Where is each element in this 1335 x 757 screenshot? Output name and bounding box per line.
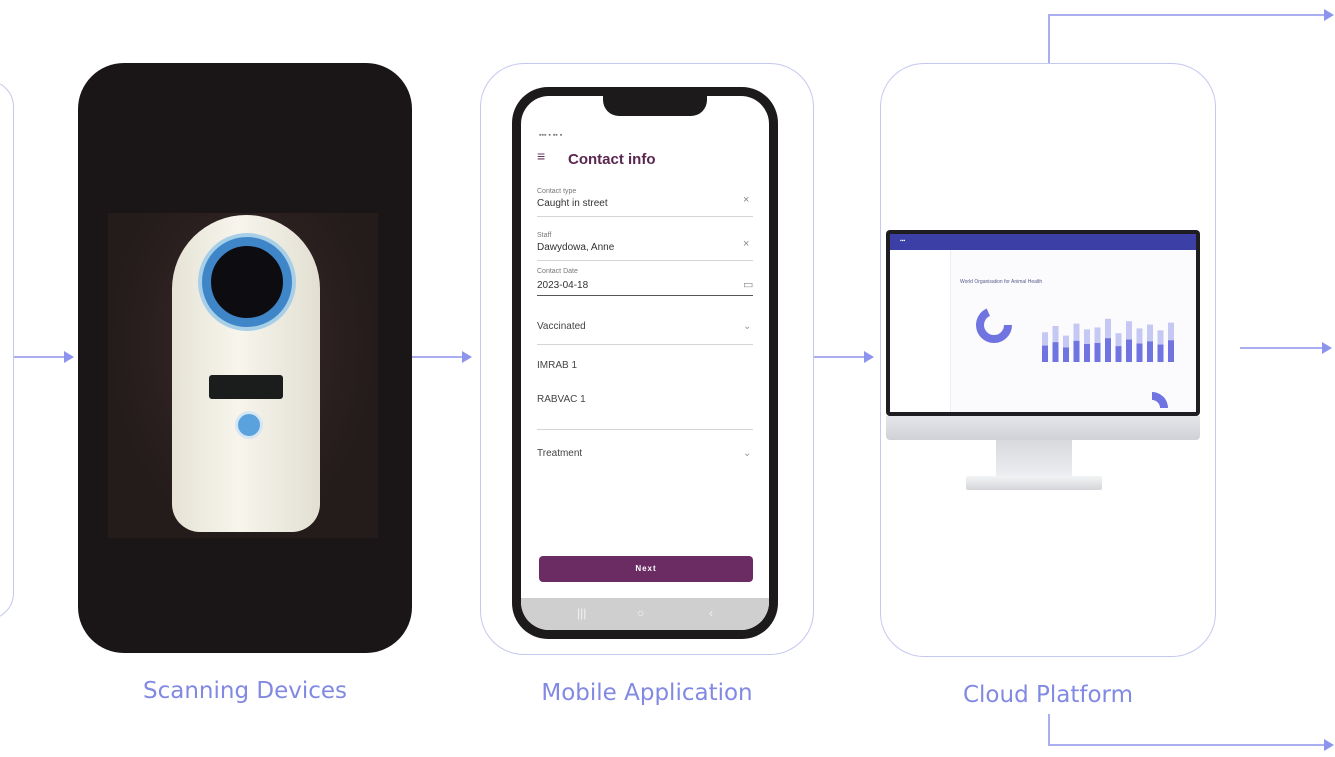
bar-segment xyxy=(1073,340,1080,362)
bar-segment xyxy=(1115,346,1122,362)
arrowhead xyxy=(462,351,472,363)
bar-segment xyxy=(1084,344,1090,362)
bar-segment xyxy=(1052,342,1059,362)
gauge-chart xyxy=(1152,392,1168,408)
connector-line xyxy=(1048,14,1324,16)
connector-line xyxy=(1240,347,1322,349)
stage-caption-mobile: Mobile Application xyxy=(541,680,753,706)
menu-icon[interactable]: ≡ xyxy=(537,148,545,164)
monitor-base xyxy=(966,476,1102,490)
vaccine-item[interactable]: IMRAB 1 xyxy=(537,360,577,371)
chevron-down-icon[interactable]: ⌄ xyxy=(743,448,751,459)
vaccine-item[interactable]: RABVAC 1 xyxy=(537,394,586,405)
arrowhead xyxy=(1324,739,1334,751)
phone-frame: ▪▪▪ ▪ ▪▪ ▪ ≡ Contact info Contact type C… xyxy=(512,87,778,639)
divider xyxy=(537,429,753,430)
connector-line xyxy=(1048,14,1050,64)
arrowhead xyxy=(1322,342,1332,354)
field-label: Staff xyxy=(537,232,552,239)
monitor-stand xyxy=(996,440,1072,478)
divider xyxy=(537,260,753,261)
clear-icon[interactable]: × xyxy=(743,238,749,250)
bar-segment xyxy=(1063,347,1069,362)
bar-segment xyxy=(1094,342,1101,362)
bar-segment xyxy=(1126,339,1132,362)
bar-segment xyxy=(1168,340,1174,362)
vaccinated-section[interactable]: Vaccinated xyxy=(537,321,586,332)
home-icon[interactable]: ○ xyxy=(637,606,644,620)
bar-segment xyxy=(1136,343,1143,362)
next-button[interactable]: Next xyxy=(539,556,753,582)
field-label: Contact Date xyxy=(537,268,578,275)
bar-segment xyxy=(1157,344,1164,362)
dashboard-charts xyxy=(976,307,1174,408)
previous-stage-card xyxy=(0,80,14,620)
donut-chart xyxy=(976,307,1012,343)
connector-line xyxy=(14,356,66,358)
recent-apps-icon[interactable]: ||| xyxy=(577,606,586,620)
bar-segment xyxy=(1105,338,1111,362)
contact-type-field[interactable]: Caught in street xyxy=(537,198,608,209)
bar-segment xyxy=(1042,345,1048,362)
arrowhead xyxy=(64,351,74,363)
phone-screen: ▪▪▪ ▪ ▪▪ ▪ ≡ Contact info Contact type C… xyxy=(521,96,769,630)
arrowhead xyxy=(1324,9,1334,21)
connector-line xyxy=(412,356,464,358)
calendar-icon[interactable]: ▭ xyxy=(743,278,753,291)
stage-caption-cloud: Cloud Platform xyxy=(962,682,1133,708)
connector-line xyxy=(1048,744,1324,746)
divider xyxy=(537,216,753,217)
connector-line xyxy=(814,356,866,358)
android-nav-bar: ||| ○ ‹ xyxy=(521,598,769,630)
bar-segment xyxy=(1147,341,1153,362)
field-label: Contact type xyxy=(537,188,577,195)
phone-notch xyxy=(603,96,707,116)
scanner-display xyxy=(209,375,283,399)
back-icon[interactable]: ‹ xyxy=(709,606,713,620)
treatment-section[interactable]: Treatment xyxy=(537,448,582,459)
divider xyxy=(537,295,753,296)
page-title: Contact info xyxy=(568,151,656,168)
contact-date-field[interactable]: 2023-04-18 xyxy=(537,280,588,291)
arrowhead xyxy=(864,351,874,363)
scanner-antenna-ring xyxy=(202,237,292,327)
monitor-chin xyxy=(886,416,1200,440)
divider xyxy=(537,344,753,345)
stage-caption-scanning: Scanning Devices xyxy=(142,678,347,704)
monitor: ▪▪▪ World Organisation for Animal Health xyxy=(886,230,1200,416)
rfid-scanner xyxy=(172,215,320,532)
clear-icon[interactable]: × xyxy=(743,194,749,206)
scanning-device-card xyxy=(78,63,412,653)
status-bar: ▪▪▪ ▪ ▪▪ ▪ xyxy=(539,132,563,139)
staff-field[interactable]: Dawydowa, Anne xyxy=(537,242,614,253)
chevron-down-icon[interactable]: ⌄ xyxy=(743,321,751,332)
dashboard-screen: ▪▪▪ World Organisation for Animal Health xyxy=(890,234,1196,412)
scanner-button xyxy=(235,411,263,439)
connector-line xyxy=(1048,714,1050,744)
